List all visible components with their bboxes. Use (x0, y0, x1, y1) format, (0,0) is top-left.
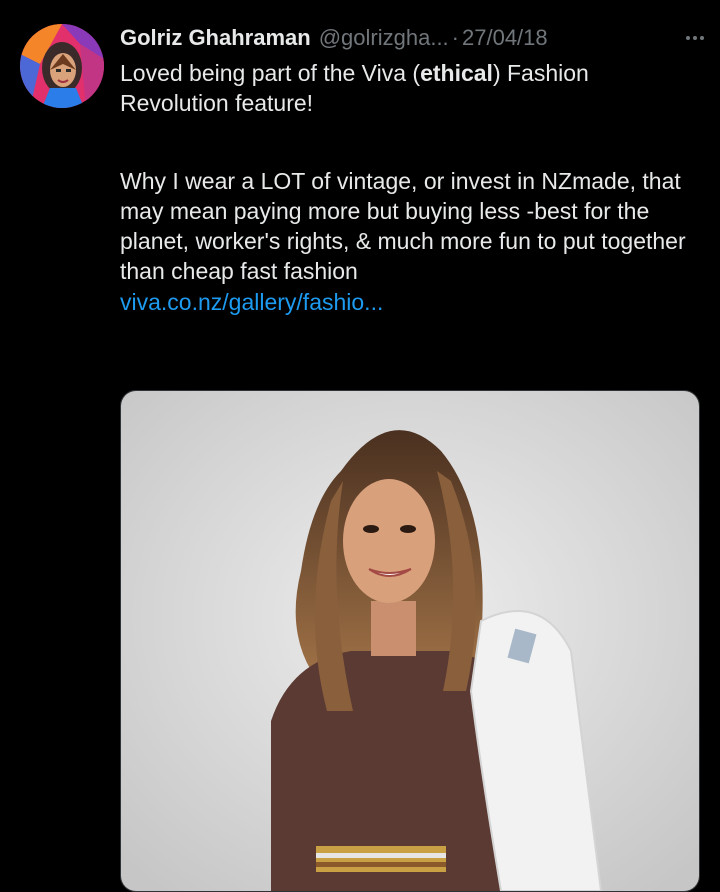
tweet-date[interactable]: 27/04/18 (462, 25, 548, 51)
more-horizontal-icon (686, 36, 704, 40)
tweet: Golriz Ghahraman @golrizgha... · 27/04/1… (0, 0, 720, 892)
author-handle[interactable]: @golrizgha... (319, 25, 449, 51)
tweet-paragraph-1: Loved being part of the Viva (ethical) F… (120, 58, 690, 118)
avatar-portrait-icon (20, 24, 104, 108)
tweet-paragraph-2: Why I wear a LOT of vintage, or invest i… (120, 168, 686, 284)
article-link[interactable]: viva.co.nz/gallery/fashio... (120, 287, 383, 317)
fashion-model-photo (121, 391, 699, 891)
more-options-button[interactable] (685, 22, 705, 54)
author-name[interactable]: Golriz Ghahraman (120, 25, 311, 51)
header-separator: · (451, 25, 459, 50)
tweet-text: Loved being part of the Viva (ethical) F… (120, 58, 690, 317)
tweet-header: Golriz Ghahraman @golrizgha... · 27/04/1… (120, 22, 705, 54)
tweet-text-bold: ethical (420, 60, 493, 86)
author-avatar[interactable] (20, 24, 104, 108)
tweet-text-intro: Loved being part of the Viva ( (120, 60, 421, 86)
tweet-media-photo[interactable] (120, 390, 700, 892)
